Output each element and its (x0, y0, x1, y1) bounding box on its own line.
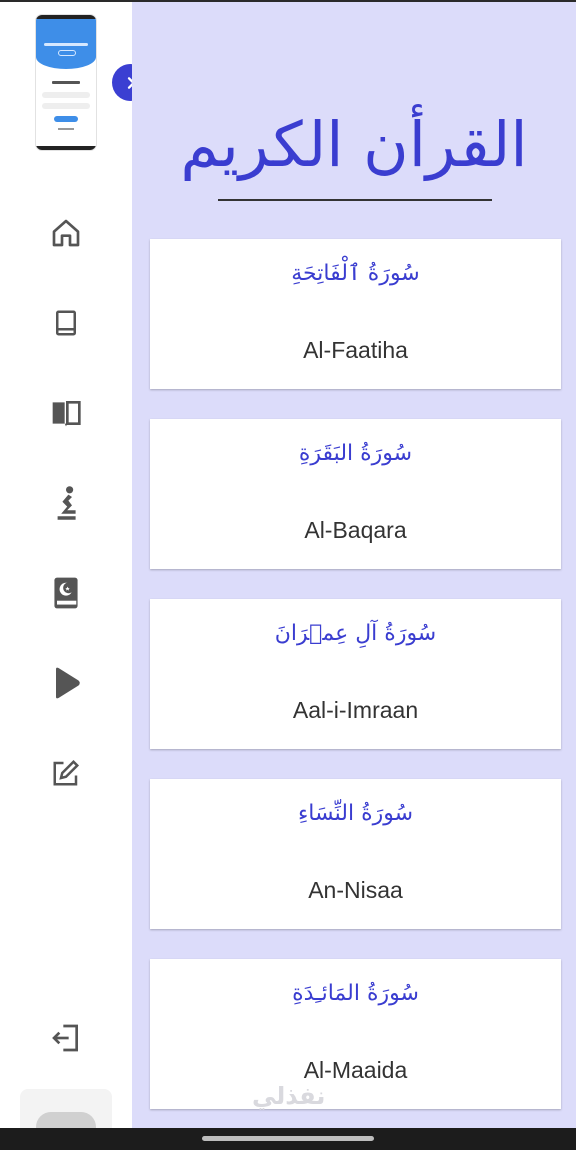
book-icon[interactable] (46, 303, 86, 343)
surah-arabic-name: سُورَةُ آلِ عِمۡرَانَ (274, 621, 437, 646)
edit-icon[interactable] (46, 753, 86, 793)
home-icon[interactable] (46, 213, 86, 253)
quran-book-icon[interactable] (46, 573, 86, 613)
surah-arabic-name: سُورَةُ البَقَرَةِ (298, 441, 413, 466)
surah-arabic-name: سُورَةُ المَائـِدَةِ (292, 981, 419, 1006)
page-title: القرأن الكريم (180, 108, 528, 181)
surah-arabic-name: سُورَةُ النِّسَاءِ (297, 801, 414, 826)
surah-english-name: An-Nisaa (308, 877, 403, 903)
play-icon[interactable] (46, 663, 86, 703)
surah-card[interactable]: سُورَةُ المَائـِدَةِ Al-Maaida (150, 959, 561, 1109)
surah-card[interactable]: سُورَةُ آلِ عِمۡرَانَ Aal-i-Imraan (150, 599, 561, 749)
open-book-icon[interactable] (46, 393, 86, 433)
surah-english-name: Al-Maaida (303, 1057, 408, 1083)
surah-english-name: Aal-i-Imraan (292, 697, 419, 723)
watermark: نفذلي (252, 1082, 326, 1110)
surah-english-name: Al-Faatiha (303, 337, 408, 363)
praying-person-icon[interactable] (46, 483, 86, 523)
title-underline (218, 199, 492, 201)
surah-card[interactable]: سُورَةُ النِّسَاءِ An-Nisaa (150, 779, 561, 929)
app-preview-thumbnail[interactable] (36, 15, 96, 150)
home-gesture-handle[interactable] (202, 1136, 374, 1141)
surah-english-name: Al-Baqara (304, 517, 407, 543)
surah-card[interactable]: سُورَةُ ٱلْفَاتِحَةِ Al-Faatiha (150, 239, 561, 389)
sidebar (0, 2, 132, 1142)
surah-arabic-name: سُورَةُ ٱلْفَاتِحَةِ (291, 261, 420, 286)
surah-card[interactable]: سُورَةُ البَقَرَةِ Al-Baqara (150, 419, 561, 569)
logout-icon[interactable] (46, 1018, 86, 1058)
